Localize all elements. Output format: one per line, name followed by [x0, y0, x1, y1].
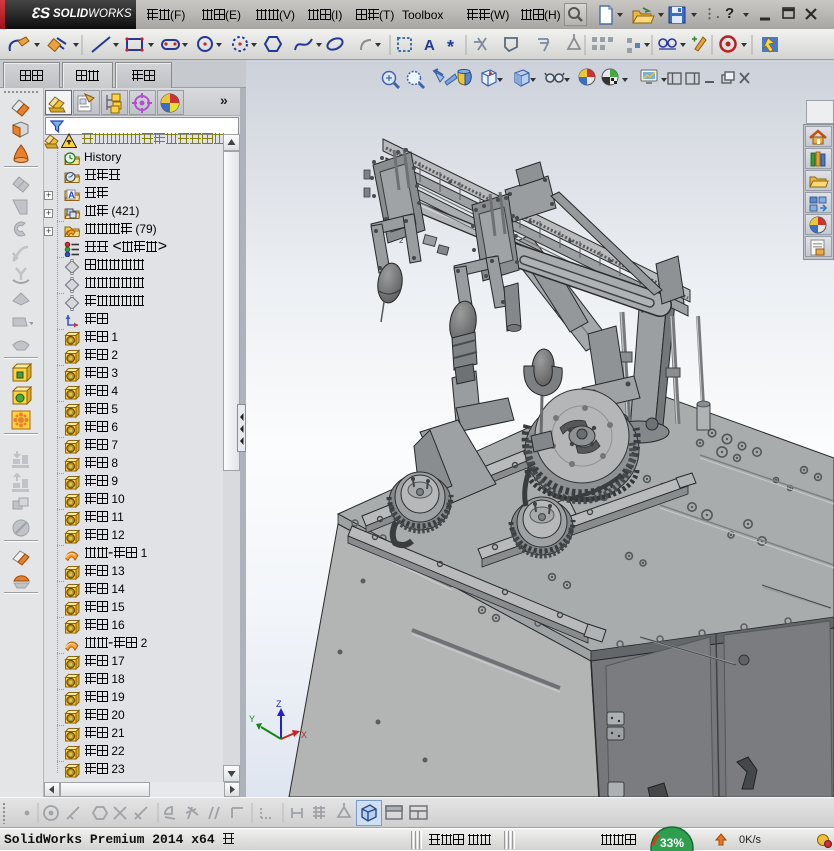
svg-text:33%: 33%	[660, 836, 684, 850]
svg-text:A: A	[424, 37, 435, 54]
svg-text:Z: Z	[276, 699, 282, 709]
svg-text:X: X	[301, 730, 307, 740]
svg-text:*: *	[447, 37, 454, 57]
svg-text:Y: Y	[249, 714, 255, 724]
